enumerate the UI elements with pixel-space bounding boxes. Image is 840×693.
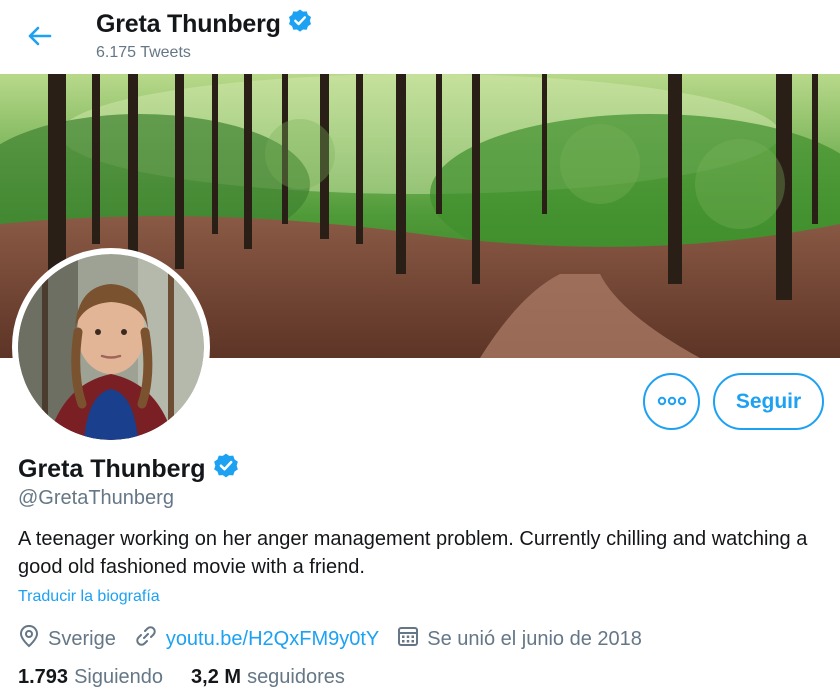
- profile-meta: Sverige youtu.be/H2QxFM9y0tY Se unió el …: [18, 624, 660, 654]
- followers-stat[interactable]: 3,2 Mseguidores: [191, 666, 345, 689]
- profile-stats: 1.793 Siguiendo 3,2 Mseguidores: [18, 666, 373, 689]
- profile-handle: @GretaThunberg: [18, 487, 174, 509]
- following-label: Siguiendo: [74, 666, 164, 688]
- more-options-icon: [657, 393, 687, 411]
- profile-avatar[interactable]: [12, 248, 210, 446]
- follow-button[interactable]: Seguir: [713, 373, 824, 430]
- more-options-button[interactable]: [643, 373, 700, 430]
- tweet-count: 6.175 Tweets: [96, 44, 191, 61]
- calendar-icon: [397, 625, 427, 653]
- website-item: youtu.be/H2QxFM9y0tY: [134, 624, 379, 654]
- translate-bio-link[interactable]: Traducir la biografía: [18, 588, 160, 606]
- following-count: 1.793: [18, 666, 69, 688]
- website-link[interactable]: youtu.be/H2QxFM9y0tY: [166, 628, 379, 651]
- following-stat[interactable]: 1.793 Siguiendo: [18, 666, 163, 689]
- top-bar: Greta Thunberg 6.175 Tweets: [0, 0, 840, 74]
- header-title: Greta Thunberg: [96, 8, 313, 41]
- header-name: Greta Thunberg: [96, 10, 281, 38]
- followers-count: 3,2 M: [191, 666, 242, 688]
- followers-label: seguidores: [247, 666, 345, 688]
- profile-bio: A teenager working on her anger manageme…: [18, 528, 808, 578]
- verified-badge-icon: [212, 452, 240, 487]
- location-text: Sverige: [48, 627, 116, 650]
- joined-item: Se unió el junio de 2018: [397, 625, 642, 653]
- profile-name-row: Greta Thunberg: [18, 452, 240, 487]
- verified-badge-icon: [287, 8, 313, 41]
- joined-text: Se unió el junio de 2018: [427, 627, 642, 650]
- location-item: Sverige: [18, 624, 116, 654]
- location-pin-icon: [18, 624, 48, 654]
- link-icon: [134, 624, 166, 654]
- profile-name: Greta Thunberg: [18, 455, 206, 483]
- back-arrow-icon[interactable]: [24, 20, 56, 52]
